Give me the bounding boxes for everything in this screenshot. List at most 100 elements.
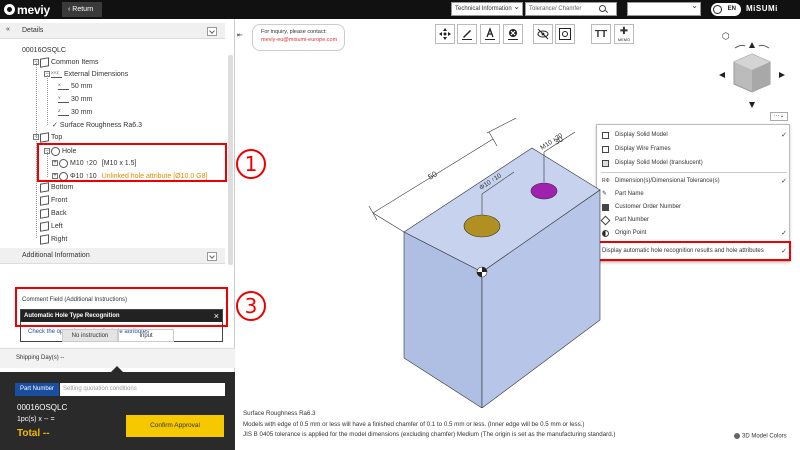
tree-label: Surface Roughness Ra6.3	[59, 121, 142, 129]
part-number-input[interactable]: Setting quotation conditions	[60, 383, 225, 396]
text-tool-button[interactable]: TT	[591, 24, 611, 44]
tree-dim-z[interactable]: Z 30 mm	[58, 107, 92, 117]
pencil-icon	[462, 30, 472, 40]
tree-left[interactable]: Left	[40, 220, 63, 232]
tree-top[interactable]: − Top	[33, 131, 63, 143]
globe-icon	[713, 5, 722, 14]
additional-info-title: Additional Information	[22, 252, 90, 259]
view-navigation-cube[interactable]	[717, 40, 787, 110]
tree-label: Top	[51, 133, 63, 141]
tree-external-dimensions[interactable]: − XYZ External Dimensions	[44, 69, 128, 79]
dimension-tool-button[interactable]	[457, 24, 477, 44]
memo-tool-button[interactable]: ✚ MEMO	[614, 24, 634, 44]
part-number-value: 00016OSQLC	[17, 403, 68, 412]
cube-icon	[40, 56, 49, 68]
menu-separator	[601, 172, 787, 173]
left-panel: « Details 00016OSQLC − Common Items − XY…	[0, 19, 266, 450]
model-colors-link[interactable]: 3D Model Colors	[734, 433, 787, 440]
highlight-box-2	[593, 241, 791, 261]
app-root: meviy ‹ Return Technical Information Tol…	[0, 0, 800, 450]
inquiry-email[interactable]: meviy-eu@misumi-europe.com	[261, 37, 344, 43]
origin-point-icon	[476, 266, 488, 278]
quantity-text: 1pc(s) x -- =	[17, 416, 55, 423]
tree-front[interactable]: Front	[40, 194, 68, 206]
instruction-toggle: No instruction Input	[62, 329, 174, 342]
check-icon: ✓	[781, 230, 787, 237]
tree-label: Back	[51, 209, 67, 217]
memo-label: MEMO	[617, 36, 631, 42]
dimension-icon: XYZ	[51, 70, 62, 78]
tree-dim-y[interactable]: Y 30 mm	[58, 94, 92, 104]
tree-label: External Dimensions	[64, 70, 129, 78]
cube-icon	[40, 131, 49, 143]
hole-m10[interactable]	[530, 182, 558, 200]
logo-mark-icon	[4, 4, 15, 15]
no-instruction-button[interactable]: No instruction	[62, 329, 118, 342]
menu-display-wire[interactable]: Display Wire Frames	[597, 143, 791, 156]
inquiry-box: For inquiry, please contact: meviy-eu@mi…	[252, 24, 345, 51]
tree-bottom[interactable]: Bottom	[40, 181, 74, 193]
part-number-label: Part Number	[15, 383, 59, 396]
details-header[interactable]: « Details	[0, 23, 225, 39]
dimension-y-icon: Y	[58, 95, 69, 103]
order-notch	[110, 366, 124, 373]
menu-origin-point[interactable]: Origin Point ✓	[597, 227, 791, 240]
tree-common-items[interactable]: − Common Items	[33, 56, 98, 68]
check-icon: ✓	[781, 178, 787, 185]
shipping-label: Shipping Day(s) --	[16, 355, 65, 361]
display-options-button[interactable]: ···⌄	[770, 112, 788, 121]
tree-label: Left	[51, 222, 63, 230]
dimension-x-icon: X	[58, 82, 69, 90]
menu-label: Display Solid Model (translucent)	[615, 160, 703, 166]
fit-view-button[interactable]	[555, 24, 575, 44]
hide-view-button[interactable]	[533, 24, 553, 44]
confirm-approval-button[interactable]: Confirm Approval	[126, 415, 224, 437]
menu-label: Customer Order Number	[615, 204, 682, 210]
technical-info-select[interactable]: Technical Information	[451, 1, 523, 16]
menu-part-name[interactable]: ✎ Part Name	[597, 188, 791, 201]
meviy-logo[interactable]: meviy	[4, 2, 58, 17]
tree-label: Front	[51, 196, 68, 204]
inquiry-line1: For inquiry, please contact:	[261, 29, 327, 35]
menu-part-number[interactable]: Part Number	[597, 214, 791, 227]
dimension-50-label: 50	[426, 169, 439, 182]
menu-display-translucent[interactable]: Display Solid Model (translucent)	[597, 157, 791, 170]
menu-display-solid[interactable]: Display Solid Model ✓	[597, 129, 791, 142]
menu-customer-order[interactable]: Customer Order Number	[597, 201, 791, 214]
eye-hide-icon	[537, 28, 549, 40]
user-select[interactable]	[627, 1, 701, 16]
additional-toggle-icon[interactable]	[207, 252, 217, 261]
measure-tool-button[interactable]	[480, 24, 500, 44]
input-button[interactable]: Input	[118, 329, 174, 342]
roughness-icon: ✓	[52, 122, 58, 129]
details-title: Details	[22, 27, 44, 34]
tree-label: Right	[51, 235, 68, 243]
tree-back[interactable]: Back	[40, 207, 67, 219]
info-icon	[734, 433, 740, 439]
3d-model-viewport[interactable]: 50 30 M10 ↑20 Φ10 ↑10	[360, 118, 610, 408]
tree-scrollbar[interactable]	[228, 55, 233, 265]
cube-icon	[40, 181, 49, 193]
tree-label: Bottom	[51, 183, 74, 191]
additional-info-header[interactable]: Additional Information	[0, 248, 225, 264]
tree-dim-x[interactable]: X 50 mm	[58, 81, 92, 91]
return-button[interactable]: ‹ Return	[62, 2, 102, 17]
check-icon: ✓	[781, 132, 787, 139]
search-icon[interactable]	[599, 5, 606, 12]
details-toggle-icon[interactable]	[207, 27, 217, 36]
tree-right[interactable]: Right	[40, 233, 68, 245]
panel-collapse-icon[interactable]: ⇤	[237, 31, 247, 41]
hide-tool-button[interactable]	[503, 24, 523, 44]
menu-dimensions[interactable]: RΦ Dimension(s)/Dimensional Tolerance(s) ✓	[597, 175, 791, 188]
part-id: 00016OSQLC	[22, 46, 66, 54]
clear-icon	[508, 29, 518, 40]
measure-icon	[485, 27, 495, 40]
annotation-number-1: 1	[236, 149, 266, 179]
info-tolerance: JIS B 0405 tolerance is applied for the …	[243, 431, 616, 438]
hole-phi10[interactable]	[463, 214, 501, 238]
home-cube-icon[interactable]: ⬡	[722, 31, 730, 42]
menu-label: Part Name	[615, 191, 644, 197]
misumi-logo: MiSUMi	[746, 4, 778, 13]
move-tool-button[interactable]	[435, 24, 455, 44]
tree-surface-roughness[interactable]: ✓ Surface Roughness Ra6.3	[52, 120, 142, 130]
